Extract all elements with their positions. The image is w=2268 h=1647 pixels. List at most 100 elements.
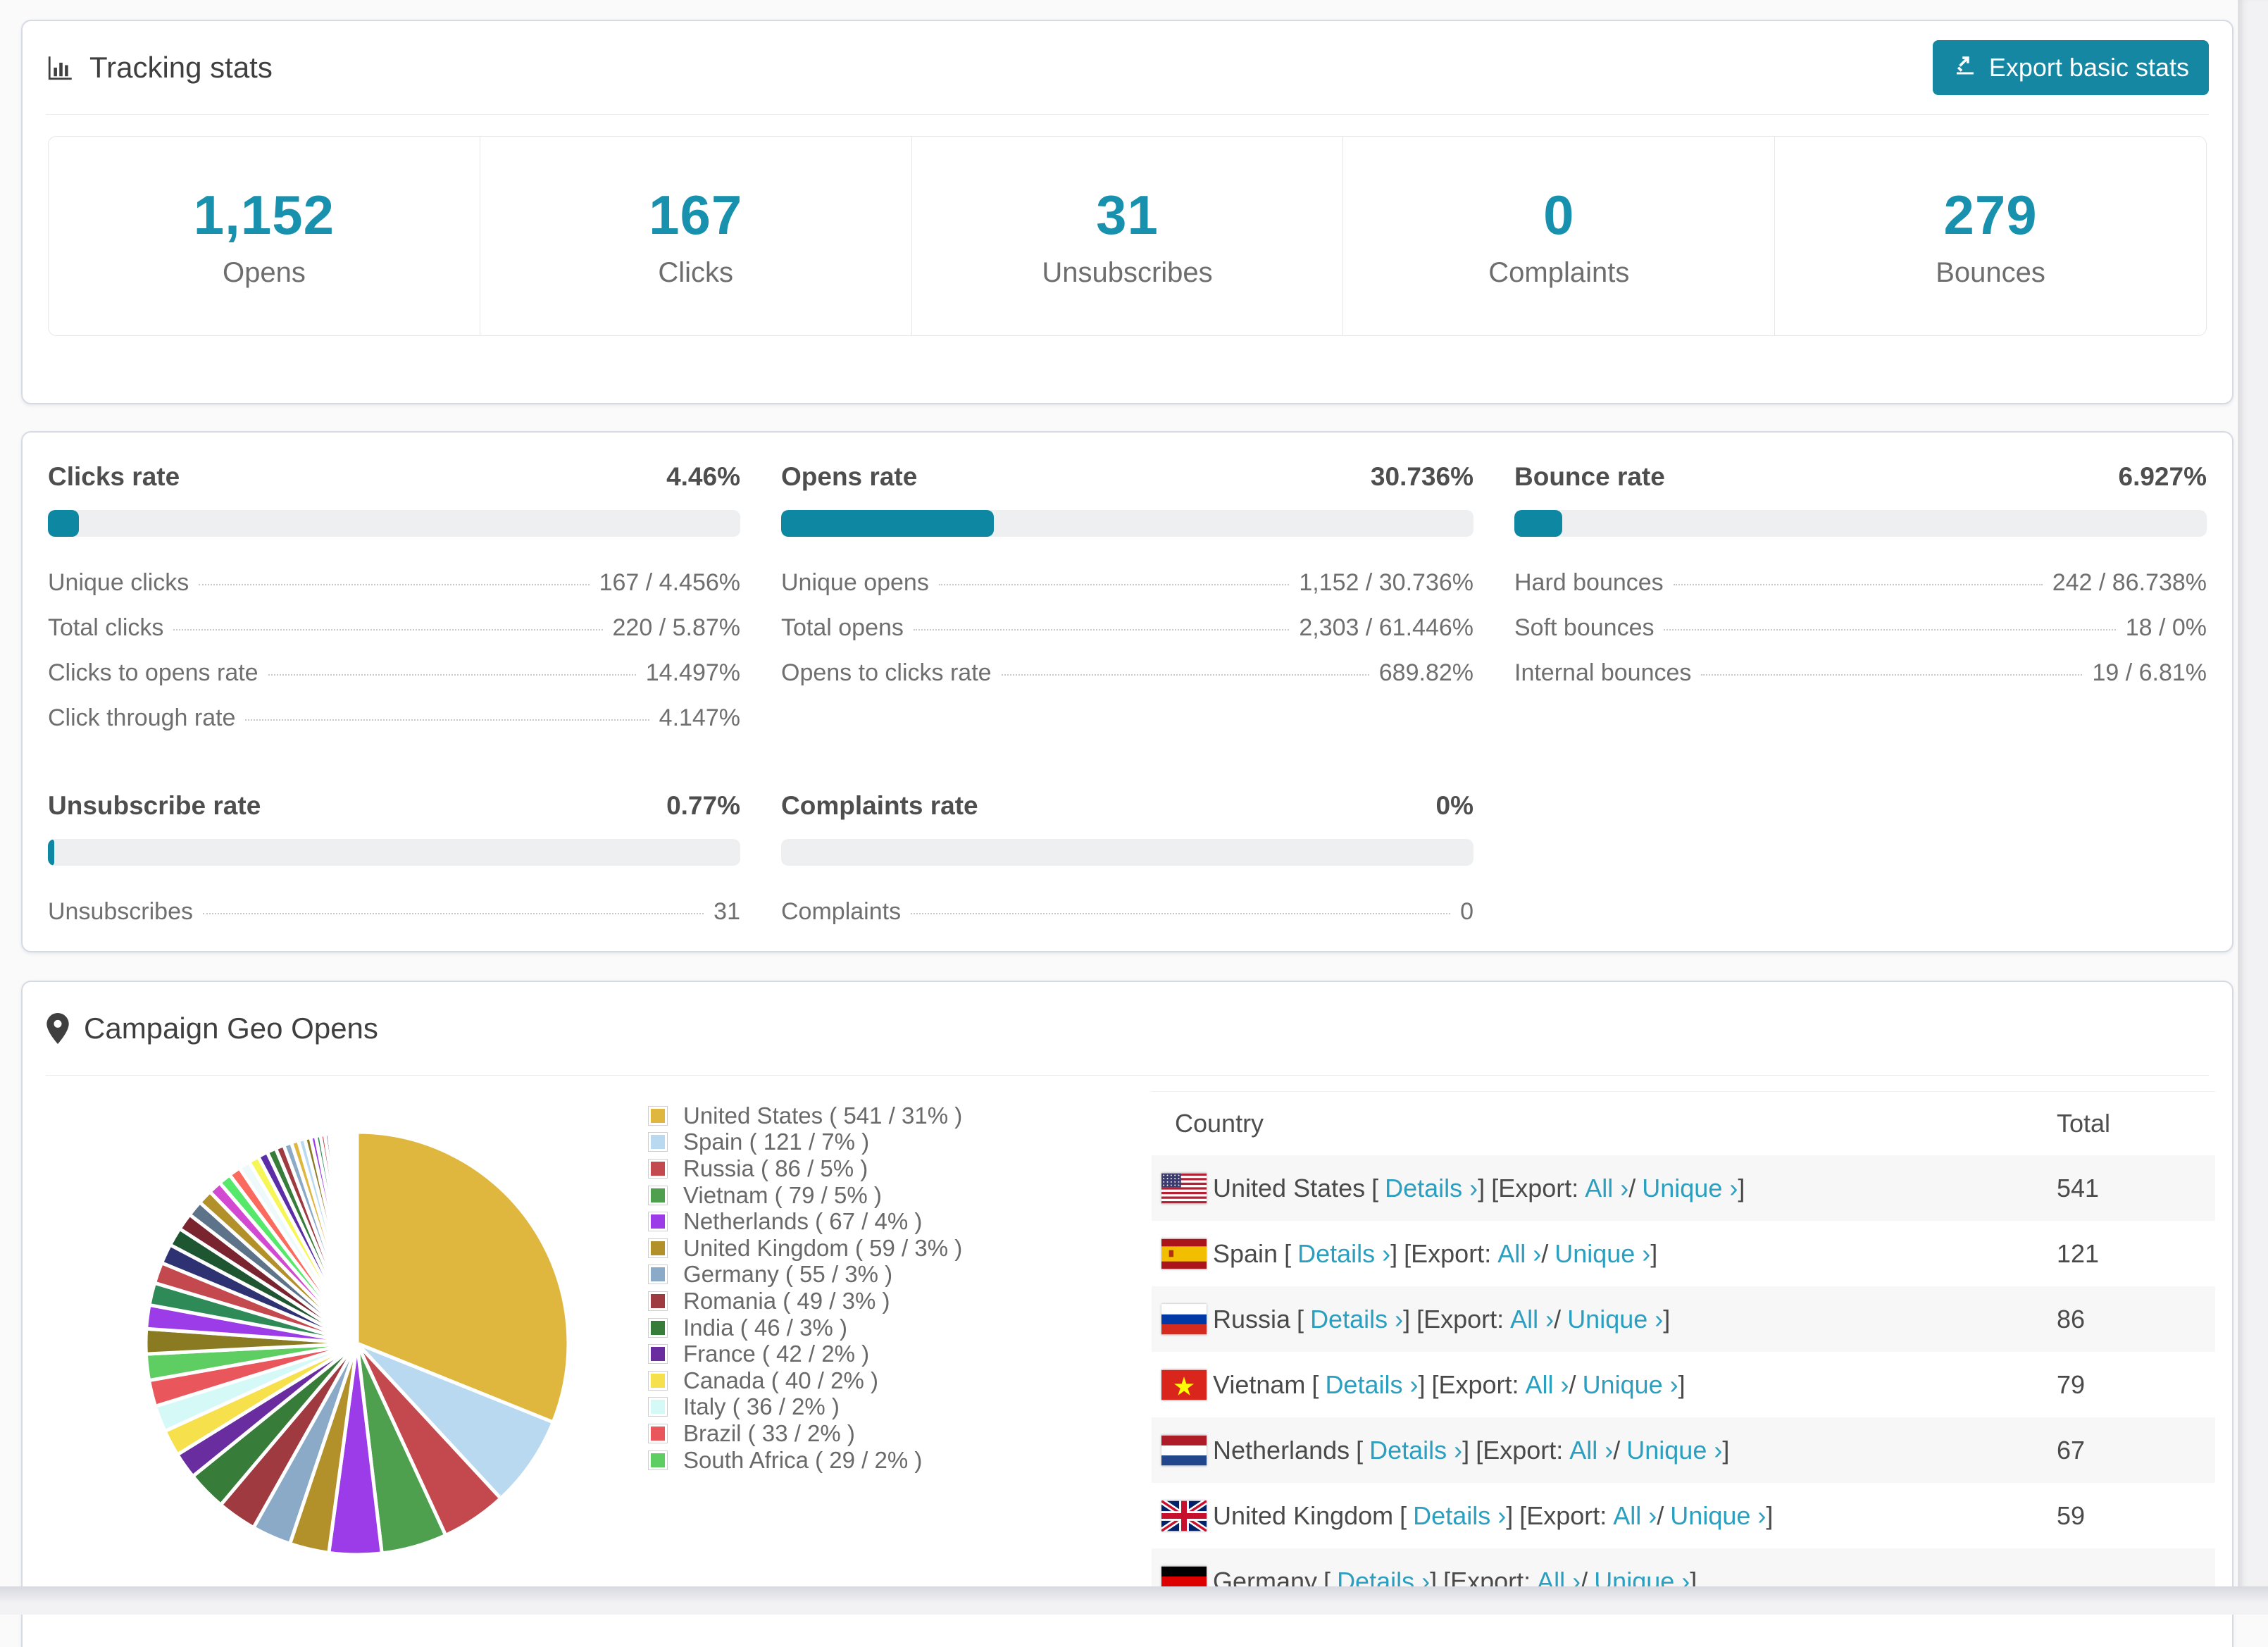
export-unique-link[interactable]: Unique › [1642,1174,1738,1203]
rate-title: Clicks rate [48,462,180,492]
page-title: Tracking stats [89,51,273,85]
export-all-link[interactable]: All › [1497,1239,1541,1269]
legend-item-russia: Russia ( 86 / 5% ) [648,1155,962,1182]
stat-value: 18 / 0% [2126,614,2207,642]
dotted-leader [268,674,636,676]
country-cell: Netherlands[Details ›][Export:All ›/Uniq… [1152,1435,2057,1466]
stat-value: 689.82% [1379,659,1473,687]
stat-value: 0 [1460,898,1473,926]
summary-value: 279 [1944,183,2038,247]
export-unique-link[interactable]: Unique › [1567,1305,1663,1334]
details-link[interactable]: Details › [1297,1239,1390,1269]
export-all-link[interactable]: All › [1613,1501,1657,1531]
legend-item-india: India ( 46 / 3% ) [648,1315,962,1341]
geo-header: Campaign Geo Opens [46,982,2209,1076]
legend-swatch [648,1344,668,1364]
dotted-leader [911,913,1450,914]
summary-value: 1,152 [194,183,335,247]
rate-detail-rows: Hard bounces242 / 86.738%Soft bounces18 … [1514,569,2207,687]
stat-label: Hard bounces [1514,569,1664,597]
export-unique-link[interactable]: Unique › [1554,1239,1650,1269]
country-cell: Russia[Details ›][Export:All ›/Unique ›] [1152,1304,2057,1335]
legend-swatch [648,1186,668,1205]
rate-heading: Unsubscribe rate0.77% [48,791,740,821]
legend-item-france: France ( 42 / 2% ) [648,1341,962,1367]
stat-label: Internal bounces [1514,659,1691,687]
summary-label: Unsubscribes [1042,257,1212,289]
stat-value: 1,152 / 30.736% [1299,569,1473,597]
legend-item-united-states: United States ( 541 / 31% ) [648,1102,962,1129]
dotted-leader [914,629,1289,630]
stat-label: Unsubscribes [48,898,193,926]
export-unique-link[interactable]: Unique › [1670,1501,1766,1531]
export-all-link[interactable]: All › [1510,1305,1554,1334]
rate-progress-fill [48,839,54,866]
page-background-right [2238,0,2268,1615]
total-cell: 59 [2057,1501,2215,1531]
country-name: United Kingdom [1213,1501,1393,1531]
export-unique-link[interactable]: Unique › [1626,1436,1722,1465]
rate-value: 6.927% [2119,462,2207,492]
summary-value: 31 [1096,183,1159,247]
stat-row: Click through rate4.147% [48,704,740,732]
geo-title-wrap: Campaign Geo Opens [46,1012,378,1045]
export-unique-link[interactable]: Unique › [1583,1370,1678,1400]
legend-swatch [648,1318,668,1338]
table-row-united-kingdom: United Kingdom[Details ›][Export:All ›/U… [1152,1483,2215,1548]
stat-row: Clicks to opens rate14.497% [48,659,740,687]
legend-item-brazil: Brazil ( 33 / 2% ) [648,1420,962,1447]
map-pin-icon [46,1013,70,1044]
stat-row: Internal bounces 19 / 6.81% [1514,659,2207,687]
tracking-stats-header: Tracking stats Export basic stats [46,21,2209,115]
summary-box-clicks: 167 Clicks [480,136,912,336]
summary-box-unsubscribes: 31 Unsubscribes [911,136,1344,336]
summary-label: Clicks [658,257,733,289]
stat-label: Unique clicks [48,569,189,597]
stat-label: Soft bounces [1514,614,1654,642]
details-link[interactable]: Details › [1369,1436,1462,1465]
stat-value: 19 / 6.81% [2092,659,2207,687]
rate-progress-fill [1514,510,1562,537]
details-link[interactable]: Details › [1310,1305,1403,1334]
dotted-leader [1701,674,2082,676]
stat-label: Total clicks [48,614,163,642]
column-header-total: Total [2057,1109,2215,1138]
rate-heading: Bounce rate6.927% [1514,462,2207,492]
rate-progress-fill [781,510,994,537]
rate-heading: Clicks rate4.46% [48,462,740,492]
country-cell: United Kingdom[Details ›][Export:All ›/U… [1152,1500,2057,1531]
export-basic-stats-button[interactable]: Export basic stats [1933,40,2209,95]
rate-progress-fill [48,510,79,537]
details-link[interactable]: Details › [1385,1174,1478,1203]
total-cell: 79 [2057,1370,2215,1400]
rate-detail-rows: Unique opens1,152 / 30.736%Total opens2,… [781,569,1473,687]
export-all-link[interactable]: All › [1569,1436,1613,1465]
details-link[interactable]: Details › [1325,1370,1418,1400]
rate-title: Unsubscribe rate [48,791,261,821]
rate-detail-rows: Complaints0 [781,898,1473,926]
details-link[interactable]: Details › [1413,1501,1506,1531]
legend-label: South Africa ( 29 / 2% ) [683,1447,922,1474]
table-row-vietnam: Vietnam[Details ›][Export:All ›/Unique ›… [1152,1352,2215,1417]
stat-value: 14.497% [646,659,740,687]
rate-panel-clicks: Clicks rate4.46% Unique clicks167 / 4.456… [48,462,740,732]
export-all-link[interactable]: All › [1526,1370,1569,1400]
stat-label: Unique opens [781,569,929,597]
legend-item-vietnam: Vietnam ( 79 / 5% ) [648,1182,962,1209]
rate-panel-unsubscribe: Unsubscribe rate0.77%Unsubscribes31 [48,791,740,926]
rate-progress-track [48,510,740,537]
stat-value: 2,303 / 61.446% [1299,614,1473,642]
export-all-link[interactable]: All › [1585,1174,1628,1203]
legend-label: Netherlands ( 67 / 4% ) [683,1208,922,1235]
legend-item-romania: Romania ( 49 / 3% ) [648,1288,962,1315]
rate-progress-track [48,839,740,866]
rate-panel-bounce: Bounce rate6.927% Hard bounces242 / 86.73… [1514,462,2207,732]
legend-swatch [648,1371,668,1391]
flag-us-icon [1161,1173,1207,1204]
summary-value: 167 [649,183,742,247]
legend-swatch [648,1212,668,1231]
legend-swatch [648,1424,668,1443]
stat-row: Unique clicks167 / 4.456% [48,569,740,597]
legend-label: Italy ( 36 / 2% ) [683,1393,840,1420]
stat-value: 4.147% [659,704,740,732]
